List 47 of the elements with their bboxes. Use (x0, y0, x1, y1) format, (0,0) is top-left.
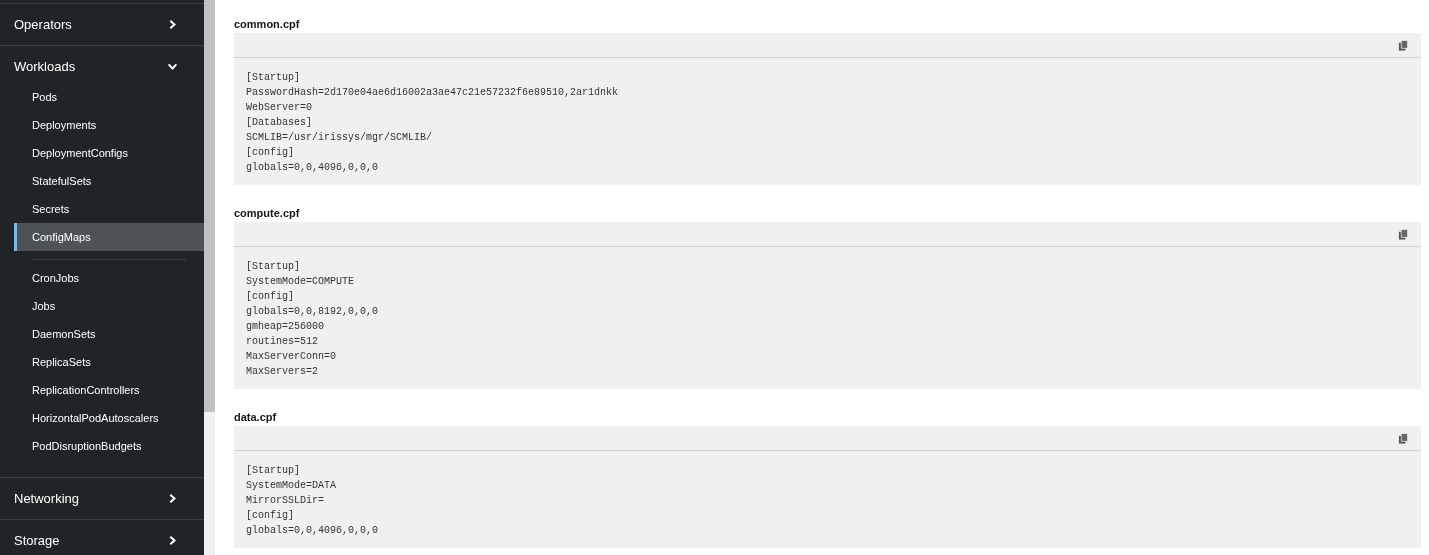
nav-item[interactable]: DeploymentConfigs (14, 139, 204, 167)
nav-section[interactable]: Operators (0, 4, 204, 45)
code-line: [config] (246, 146, 295, 160)
nav-item[interactable]: ConfigMaps (14, 223, 204, 251)
nav-section[interactable]: Networking (0, 478, 204, 519)
nav-item[interactable]: ReplicationControllers (14, 376, 204, 404)
chevron-icon (167, 19, 178, 30)
copy-icon[interactable] (1398, 432, 1409, 444)
code-line: routines=512 (246, 335, 319, 349)
nav-item[interactable]: HorizontalPodAutoscalers (14, 404, 204, 432)
nav-item[interactable]: CronJobs (14, 264, 204, 292)
code-line: SCMLIB=/usr/irissys/mgr/SCMLIB/ (246, 131, 434, 145)
chevron-icon (167, 493, 178, 504)
nav-item[interactable]: StatefulSets (14, 167, 204, 195)
file-name: compute.cpf (234, 206, 301, 221)
nav-section[interactable]: Storage (0, 520, 204, 555)
nav-item[interactable]: Secrets (14, 195, 204, 223)
nav-item[interactable]: DaemonSets (14, 320, 204, 348)
code-line: [Startup] (246, 464, 301, 478)
code-line: [config] (246, 509, 295, 523)
code-line: PasswordHash=2d170e04ae6d16002a3ae47c21e57232f6e89510,2ar1dnkk (246, 86, 620, 100)
nav-item[interactable]: ReplicaSets (14, 348, 204, 376)
copy-icon[interactable] (1398, 39, 1409, 51)
code-line: [Startup] (246, 260, 301, 274)
code-line: [config] (246, 290, 295, 304)
nav-item[interactable]: Jobs (14, 292, 204, 320)
nav-item[interactable]: Deployments (14, 111, 204, 139)
file-name: data.cpf (234, 410, 278, 425)
chevron-icon (167, 61, 178, 72)
code-line: SystemMode=DATA (246, 479, 337, 493)
code-line: globals=0,0,4096,0,0,0 (246, 524, 380, 538)
code-line: globals=0,0,4096,0,0,0 (246, 161, 380, 175)
scrollbar[interactable] (204, 0, 215, 555)
code-line: MaxServers=2 (246, 365, 319, 379)
nav-item[interactable]: PodDisruptionBudgets (14, 432, 204, 460)
code-line: globals=0,0,8192,0,0,0 (246, 305, 380, 319)
copy-icon[interactable] (1398, 228, 1409, 240)
code-line: MirrorSSLDir= (246, 494, 325, 508)
code-line: [Databases] (246, 116, 313, 130)
code-line: SystemMode=COMPUTE (246, 275, 356, 289)
chevron-icon (167, 535, 178, 546)
scrollbar-thumb[interactable] (204, 0, 215, 412)
code-line: MaxServerConn=0 (246, 350, 337, 364)
code-line: [Startup] (246, 71, 301, 85)
code-line: WebServer=0 (246, 101, 313, 115)
code-line: gmheap=256000 (246, 320, 325, 334)
file-name: common.cpf (234, 17, 301, 32)
